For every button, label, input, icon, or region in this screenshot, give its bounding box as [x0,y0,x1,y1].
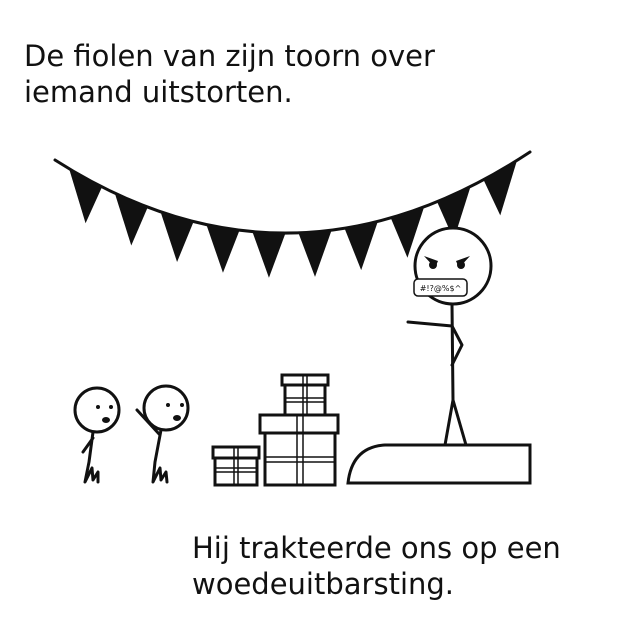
top-present [283,383,327,417]
bottom-caption-line-2: woedeuitbarsting. [192,567,455,601]
small-present-lid [211,445,261,460]
bottom-caption: Hij trakteerde ons op een woedeuitbarsti… [192,530,561,602]
bunting-flag [206,224,240,273]
comic-panel: De fiolen van zijn toorn over iemand uit… [0,0,630,630]
head [73,386,121,434]
bunting-flag [344,221,378,271]
mouth [102,417,110,423]
kneeling-stick-figure-1 [73,386,121,484]
eye [457,261,465,269]
bunting-flag [298,230,332,277]
mouth [173,415,181,421]
presents [211,373,340,487]
bunting-flag [114,193,148,246]
eye [429,261,437,269]
pointing-arm [406,320,454,328]
angry-stick-figure: #!?@%$^ [406,226,493,447]
body [81,430,100,484]
speech-bubble-text: #!?@%$^ [420,284,462,293]
kneeling-stick-figure-2 [135,384,190,484]
big-present [263,431,337,487]
stage-platform [346,443,532,485]
bunting-flag [252,231,286,278]
top-present-lid [280,373,330,387]
bunting-flag [483,160,518,216]
body [135,408,169,484]
bottom-caption-line-1: Hij trakteerde ons op een [192,531,561,565]
big-present-lid [258,413,340,435]
